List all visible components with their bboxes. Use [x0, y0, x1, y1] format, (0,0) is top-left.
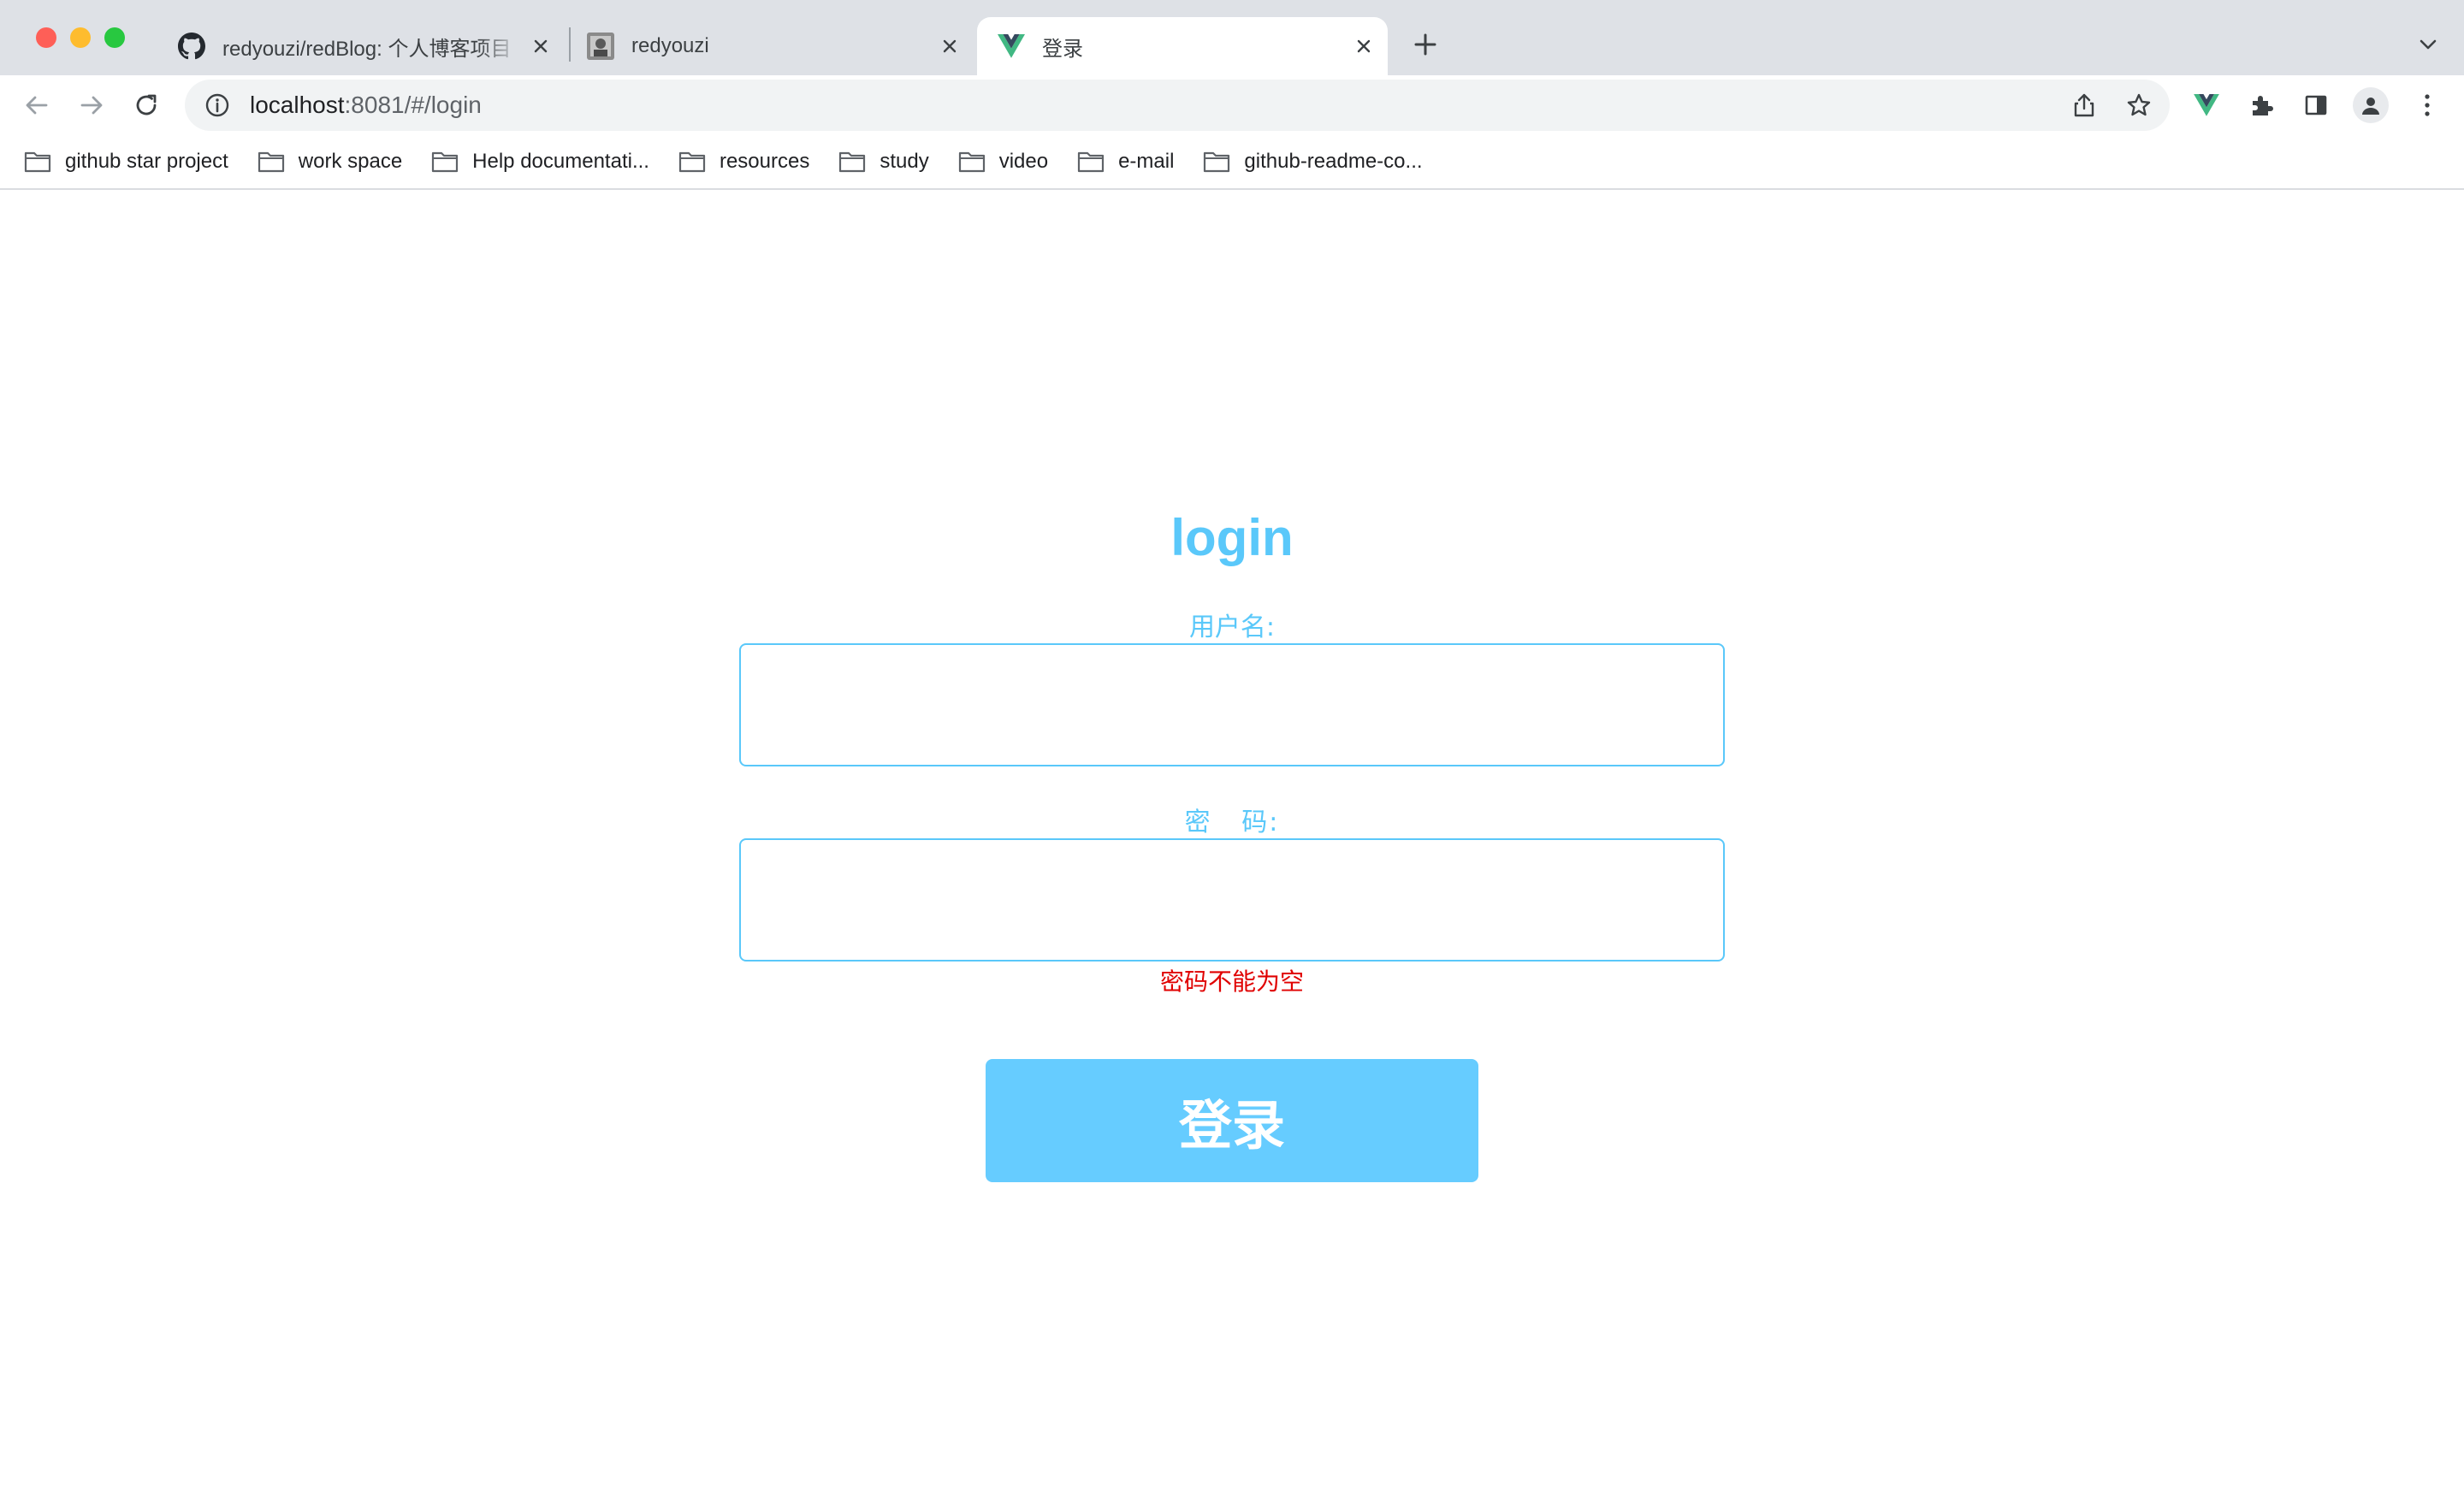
close-icon[interactable] [527, 33, 554, 60]
kebab-menu-icon [2425, 94, 2430, 116]
page-content: login 用户名: 密 码: 密码不能为空 登录 [0, 190, 2464, 1497]
plus-icon [1414, 33, 1436, 56]
login-title: login [1170, 509, 1294, 566]
extensions-icon[interactable] [2243, 87, 2279, 123]
new-tab-button[interactable] [1410, 29, 1441, 60]
bookmark-folder[interactable]: Help documentati... [431, 150, 649, 174]
bookmark-folder[interactable]: study [838, 150, 929, 174]
tab-github[interactable]: redyouzi/redBlog: 个人博客项目 [178, 17, 561, 75]
browser-toolbar: localhost:8081/#/login [0, 75, 2464, 135]
url-host: localhost [250, 92, 345, 118]
tab-strip: redyouzi/redBlog: 个人博客项目 redyouzi 登录 [0, 0, 2464, 75]
profile-button[interactable] [2353, 87, 2389, 123]
avatar-icon [587, 33, 614, 60]
tab-separator [569, 27, 571, 62]
tab-search-button[interactable] [2414, 31, 2442, 58]
arrow-right-icon [80, 96, 103, 115]
tab-login-active[interactable]: 登录 [977, 17, 1388, 75]
username-label: 用户名: [1188, 612, 1276, 642]
window-zoom-button[interactable] [104, 27, 125, 48]
folder-icon [1077, 151, 1105, 173]
bookmark-label: resources [719, 150, 810, 173]
bookmark-label: github-readme-co... [1244, 150, 1423, 173]
arrow-left-icon [26, 96, 48, 115]
bookmark-label: Help documentati... [472, 150, 649, 173]
folder-icon [258, 151, 285, 173]
reload-button[interactable] [128, 87, 164, 123]
bookmark-label: work space [298, 150, 403, 173]
close-icon[interactable] [1350, 33, 1377, 60]
bookmarks-bar: github star project work space Help docu… [0, 135, 2464, 190]
info-icon[interactable] [202, 90, 233, 121]
bookmark-folder[interactable]: video [958, 150, 1048, 174]
forward-button[interactable] [74, 87, 110, 123]
bookmark-folder[interactable]: github-readme-co... [1203, 150, 1423, 174]
github-icon [178, 33, 205, 60]
vue-devtools-icon[interactable] [2189, 87, 2224, 123]
tab-title: redyouzi/redBlog: 个人博客项目 [222, 37, 512, 61]
folder-icon [958, 151, 986, 173]
tab-title: 登录 [1042, 37, 1083, 61]
window-minimize-button[interactable] [70, 27, 91, 48]
bookmark-label: github star project [65, 150, 228, 173]
folder-icon [678, 151, 706, 173]
window-close-button[interactable] [36, 27, 56, 48]
bookmark-folder[interactable]: github star project [24, 150, 228, 174]
password-input[interactable] [739, 838, 1725, 962]
password-error-message: 密码不能为空 [1159, 967, 1304, 996]
bookmark-label: study [880, 150, 929, 173]
password-label: 密 码: [1184, 808, 1280, 837]
bookmark-folder[interactable]: resources [678, 150, 809, 174]
chevron-down-icon [2420, 39, 2437, 50]
bookmark-folder[interactable]: e-mail [1077, 150, 1174, 174]
share-icon[interactable] [2069, 90, 2100, 121]
profile-icon [2353, 87, 2389, 123]
url-path: :8081/#/login [344, 92, 482, 118]
reload-icon [136, 94, 157, 115]
url-text: localhost:8081/#/login [250, 92, 482, 119]
username-input[interactable] [739, 643, 1725, 766]
close-icon[interactable] [936, 33, 963, 60]
star-icon[interactable] [2123, 90, 2154, 121]
back-button[interactable] [19, 87, 55, 123]
address-bar[interactable]: localhost:8081/#/login [185, 80, 2170, 131]
menu-button[interactable] [2409, 87, 2445, 123]
vue-icon [998, 33, 1025, 60]
bookmark-label: video [998, 150, 1049, 173]
folder-icon [431, 151, 459, 173]
bookmark-folder[interactable]: work space [258, 150, 402, 174]
folder-icon [838, 151, 866, 173]
bookmark-label: e-mail [1118, 150, 1175, 173]
side-panel-icon[interactable] [2298, 87, 2334, 123]
folder-icon [1203, 151, 1230, 173]
folder-icon [24, 151, 51, 173]
tab-redyouzi[interactable]: redyouzi [587, 17, 970, 75]
tab-title: redyouzi [631, 34, 709, 57]
login-button[interactable]: 登录 [986, 1059, 1478, 1182]
